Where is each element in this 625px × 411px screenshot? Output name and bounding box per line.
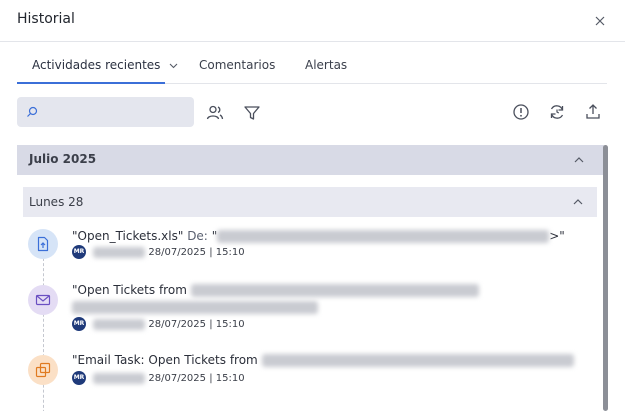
refresh-icon[interactable]: [547, 102, 567, 122]
entry-datetime: 28/07/2025 | 15:10: [148, 373, 245, 384]
entry-meta: MR 28/07/2025 | 15:10: [72, 371, 245, 385]
alert-circle-icon[interactable]: [511, 102, 531, 122]
entry-meta: MR 28/07/2025 | 15:10: [72, 317, 245, 331]
redacted-name: [93, 372, 146, 384]
mail-icon: [28, 285, 58, 315]
task-copy-icon: [28, 355, 58, 385]
from-label: De:: [187, 229, 208, 243]
chevron-up-icon[interactable]: [573, 199, 583, 205]
redacted-text: [190, 284, 479, 297]
close-icon[interactable]: [593, 13, 607, 27]
entry-title: "Email Task: Open Tickets from: [72, 353, 574, 367]
search-icon: [27, 106, 38, 117]
month-label: Julio 2025: [29, 152, 97, 166]
active-tab-indicator: [17, 82, 165, 84]
redacted-text: [261, 354, 574, 367]
chevron-down-icon: [169, 63, 178, 68]
entry-title: "Open Tickets from: [72, 283, 479, 297]
tab-actividades-recientes[interactable]: Actividades recientes: [32, 58, 178, 72]
file-upload-icon: [28, 229, 58, 259]
dialog-header: Historial: [0, 0, 625, 42]
activity-list[interactable]: Julio 2025 Lunes 28 "Open_Tickets.xls" D…: [17, 145, 604, 411]
dialog-title: Historial: [17, 11, 75, 27]
entry-meta: MR 28/07/2025 | 15:10: [72, 245, 245, 259]
tab-label: Alertas: [305, 58, 348, 72]
entry-datetime: 28/07/2025 | 15:10: [148, 247, 245, 258]
redacted-name: [93, 318, 146, 330]
users-icon[interactable]: [205, 103, 225, 123]
timeline-line: [43, 253, 44, 411]
chevron-up-icon[interactable]: [574, 157, 584, 163]
avatar: MR: [72, 371, 86, 385]
redacted-text: [72, 301, 318, 314]
day-group-header[interactable]: Lunes 28: [23, 187, 597, 217]
tab-alertas[interactable]: Alertas: [305, 58, 347, 72]
redacted-text: [217, 230, 550, 243]
tab-bar: Actividades recientes Comentarios Alerta…: [17, 42, 607, 84]
month-group-header[interactable]: Julio 2025: [17, 145, 604, 175]
tab-label: Comentarios: [199, 58, 276, 72]
day-label: Lunes 28: [29, 195, 84, 209]
entry-datetime: 28/07/2025 | 15:10: [148, 319, 245, 330]
export-icon[interactable]: [583, 102, 603, 122]
search-box[interactable]: [17, 97, 194, 127]
scrollbar[interactable]: [603, 145, 608, 411]
redacted-name: [93, 246, 146, 258]
avatar: MR: [72, 317, 86, 331]
entry-title-continuation: [72, 300, 318, 314]
avatar: MR: [72, 245, 86, 259]
entry-title: "Open_Tickets.xls" De: " >": [72, 229, 565, 243]
filter-icon[interactable]: [242, 103, 262, 123]
tab-label: Actividades recientes: [32, 58, 161, 72]
search-input[interactable]: [43, 103, 183, 121]
tab-comentarios[interactable]: Comentarios: [199, 58, 275, 72]
